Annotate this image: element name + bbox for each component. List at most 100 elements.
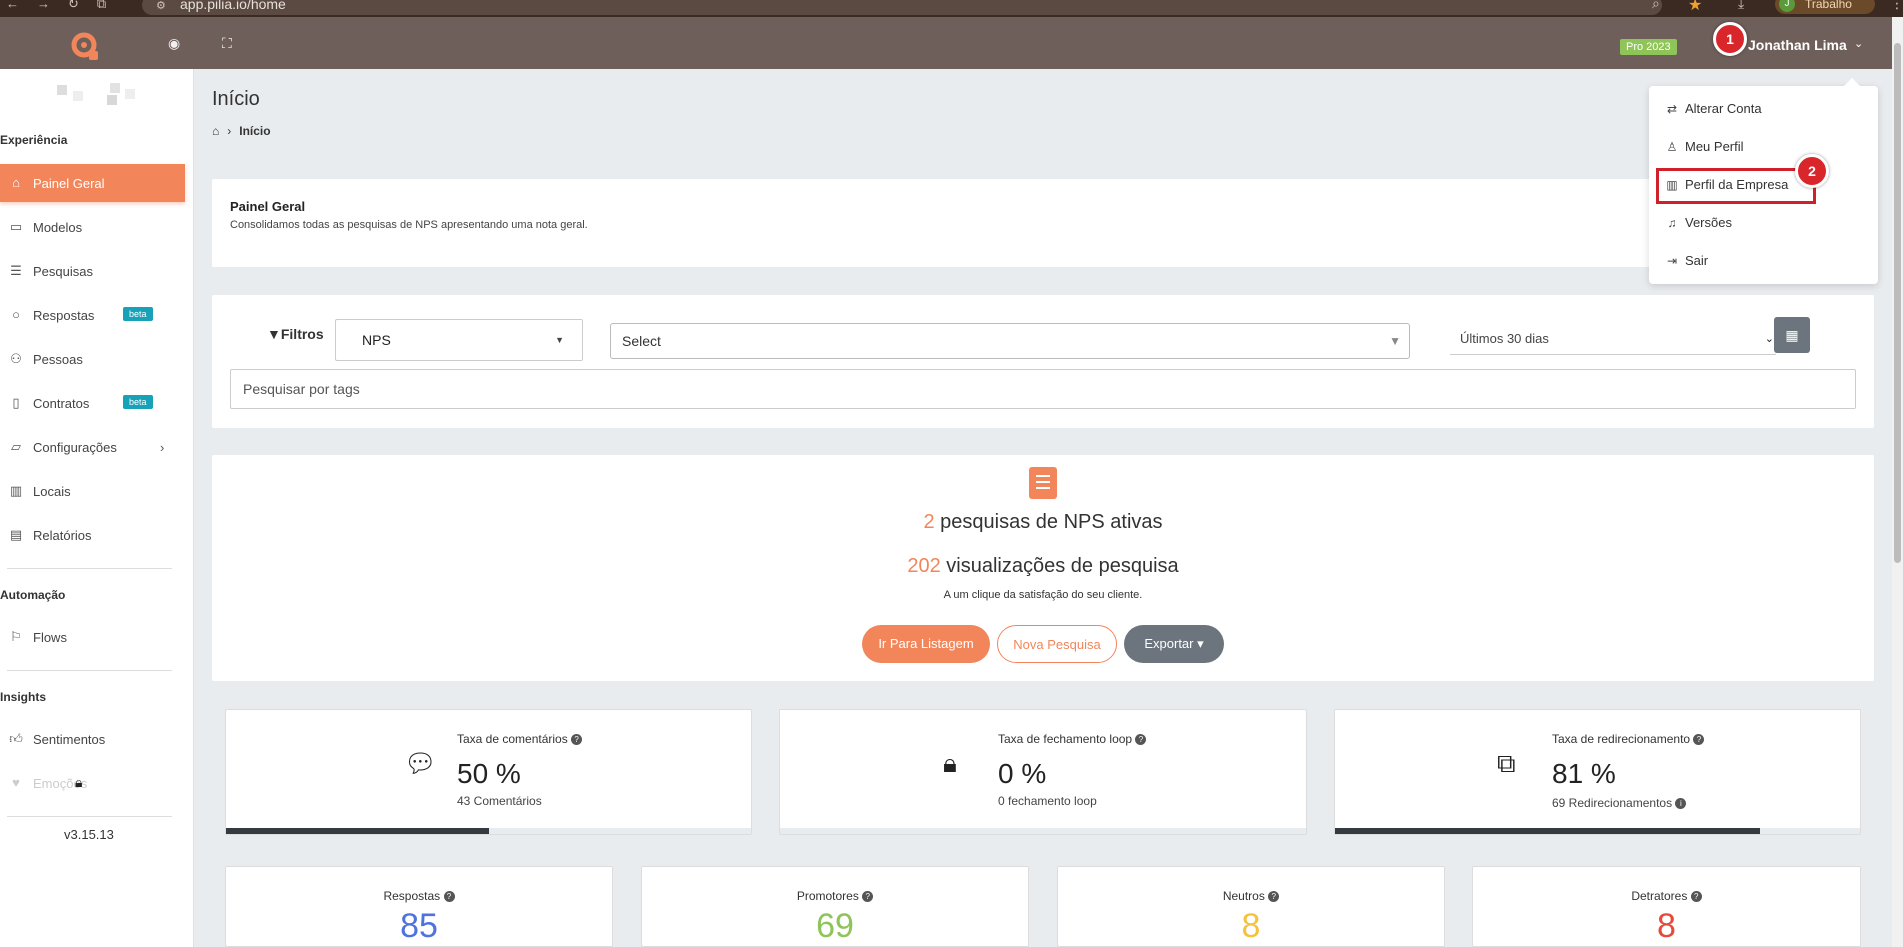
calendar-button[interactable]: ▦ — [1774, 317, 1810, 353]
count-card-promotores: Promotores ? 69 — [641, 866, 1029, 947]
sidebar-item-label: Modelos — [33, 219, 83, 235]
user-icon: ♙ — [1666, 139, 1678, 154]
sidebar-item-configuracoes[interactable]: ▱ Configurações › — [0, 428, 185, 466]
go-to-list-button[interactable]: Ir Para Listagem — [862, 625, 990, 663]
chevron-down-icon[interactable]: ⌄ — [1854, 37, 1863, 50]
browser-nav-icons[interactable]: ←→↻⧉ — [6, 0, 124, 12]
sidebar-item-flows[interactable]: ⚐ Flows — [0, 618, 185, 656]
count-value: 8 — [1657, 907, 1676, 945]
sidebar-divider — [7, 568, 172, 569]
section-experiencia: Experiência — [0, 133, 68, 147]
sidebar-item-pessoas[interactable]: ⚇ Pessoas — [0, 340, 185, 378]
profile-avatar: J — [1779, 0, 1795, 12]
chevron-down-icon: ⌄ — [1764, 333, 1774, 345]
fullscreen-icon[interactable]: ⛶ — [222, 35, 232, 52]
stat-card-redirect: ⧉ Taxa de redirecionamento ? 81 % 69 Red… — [1334, 709, 1861, 835]
help-icon: ? — [443, 891, 455, 902]
download-icon[interactable]: ⤓ — [1738, 0, 1744, 12]
beta-badge: beta — [123, 395, 153, 409]
caret-down-icon: ▼ — [555, 335, 564, 345]
browser-profile-button[interactable]: J Trabalho — [1775, 0, 1875, 14]
document-icon — [1029, 467, 1057, 499]
comment-icon: ○ — [12, 307, 20, 322]
info-card-title: Painel Geral — [230, 199, 306, 214]
sidebar-item-label: Respostas — [33, 307, 95, 323]
help-icon: ? — [1135, 734, 1147, 745]
browser-toolbar: ←→↻⧉ ⚙ app.pilia.io/home ⌕ ★ ⤓ J Trabalh… — [0, 0, 1903, 17]
plan-badge: Pro 2023 — [1620, 39, 1677, 55]
home-icon[interactable]: ⌂ — [212, 124, 219, 138]
sidebar-item-respostas[interactable]: ○ Respostas beta — [0, 296, 185, 334]
sidebar-item-sentimentos[interactable]: 👍︎ Sentimentos — [0, 720, 185, 758]
new-survey-button[interactable]: Nova Pesquisa — [997, 625, 1117, 663]
menu-item-versoes[interactable]: ♫ Versões — [1665, 215, 1732, 230]
sidebar-item-label: Pessoas — [33, 351, 83, 367]
survey-select[interactable]: Select ▼ — [610, 323, 1410, 359]
stat-sub: 0 fechamento loop — [998, 794, 1097, 808]
app-logo[interactable] — [70, 31, 102, 63]
user-menu-toggle[interactable]: Jonathan Lima — [1748, 37, 1847, 53]
sidebar-item-emocoes: ♥ Emoções 🔒︎ — [0, 764, 185, 802]
chevron-right-icon: › — [160, 439, 165, 455]
filter-card: ▼Filtros NPS ▼ Select ▼ Últimos 30 dias … — [212, 295, 1874, 428]
help-icon: ? — [571, 734, 583, 745]
cast-icon: ▱ — [11, 439, 21, 454]
menu-item-alterar-conta[interactable]: ⇄ Alterar Conta — [1665, 101, 1762, 116]
page-scrollbar[interactable] — [1892, 17, 1903, 947]
sidebar-item-locais[interactable]: ▥ Locais — [0, 472, 185, 510]
heart-icon: ♥ — [12, 775, 20, 790]
bookmark-star-icon[interactable]: ★ — [1688, 0, 1702, 15]
zoom-search-icon[interactable]: ⌕ — [1652, 0, 1660, 12]
info-icon: i — [1675, 798, 1687, 809]
export-button[interactable]: Exportar ▾ — [1124, 625, 1224, 663]
breadcrumb: ⌂ › Início — [212, 124, 271, 138]
summary-card: 2 pesquisas de NPS ativas 202 visualizaç… — [212, 455, 1874, 681]
tags-search-input[interactable]: Pesquisar por tags — [230, 369, 1856, 409]
browser-menu-icon[interactable]: ⋮ — [1890, 0, 1903, 12]
menu-item-meu-perfil[interactable]: ♙ Meu Perfil — [1665, 139, 1744, 154]
stat-card-loop: 🔒︎ Taxa de fechamento loop ? 0 % 0 fecha… — [779, 709, 1307, 835]
sidebar-item-modelos[interactable]: ▭ Modelos — [0, 208, 185, 246]
stat-label: Taxa de fechamento loop ? — [998, 732, 1147, 746]
date-range-select[interactable]: Últimos 30 dias ⌄ — [1450, 323, 1776, 355]
section-automacao: Automação — [0, 588, 66, 602]
sidebar-item-label: Pesquisas — [33, 263, 93, 279]
count-label: Promotores ? — [642, 889, 1028, 903]
sidebar-item-relatorios[interactable]: ▤ Relatórios — [0, 516, 185, 554]
app-version: v3.15.13 — [64, 827, 114, 842]
progress-fill — [1335, 828, 1761, 834]
site-info-icon[interactable]: ⚙ — [156, 0, 166, 15]
company-logo-blurred — [55, 77, 140, 105]
address-text: app.pilia.io/home — [180, 0, 286, 12]
caret-down-icon: ▼ — [1389, 334, 1401, 348]
count-card-detratores: Detratores ? 8 — [1472, 866, 1861, 947]
lock-icon: 🔒︎ — [943, 748, 957, 778]
survey-type-select[interactable]: NPS ▼ — [335, 319, 583, 361]
scrollbar-thumb[interactable] — [1894, 43, 1901, 563]
count-value: 85 — [400, 907, 438, 945]
progress-fill — [226, 828, 489, 834]
tagline: A um clique da satisfação do seu cliente… — [943, 589, 1143, 601]
count-value: 8 — [1241, 907, 1261, 945]
sidebar-divider — [7, 816, 172, 817]
section-insights: Insights — [0, 690, 47, 704]
sidebar-divider — [7, 670, 172, 671]
sidebar: Experiência ⌂ Painel Geral ▭ Modelos ☰ P… — [0, 69, 194, 947]
toggle-view-icon[interactable]: ◉ — [168, 35, 180, 52]
menu-item-sair[interactable]: ⇥ Sair — [1665, 253, 1708, 268]
stat-card-comments: 💬︎ Taxa de comentários ? 50 % 43 Comentá… — [225, 709, 752, 835]
stat-value: 50 % — [457, 758, 521, 789]
count-label: Respostas ? — [226, 889, 612, 903]
address-bar[interactable]: ⚙ app.pilia.io/home — [142, 0, 1662, 15]
help-icon: ? — [1693, 734, 1705, 745]
breadcrumb-current: Início — [239, 124, 271, 138]
count-label: Detratores ? — [1473, 889, 1860, 903]
sidebar-item-painel-geral[interactable]: ⌂ Painel Geral — [0, 164, 185, 202]
count-card-neutros: Neutros ? 8 — [1057, 866, 1445, 947]
calendar-icon: ▦ — [1785, 327, 1799, 343]
comment-icon: 💬︎ — [404, 748, 438, 778]
sidebar-item-contratos[interactable]: ▯ Contratos beta — [0, 384, 185, 422]
help-icon: ? — [1690, 891, 1702, 902]
sidebar-item-pesquisas[interactable]: ☰ Pesquisas — [0, 252, 185, 290]
beta-badge: beta — [123, 307, 153, 321]
